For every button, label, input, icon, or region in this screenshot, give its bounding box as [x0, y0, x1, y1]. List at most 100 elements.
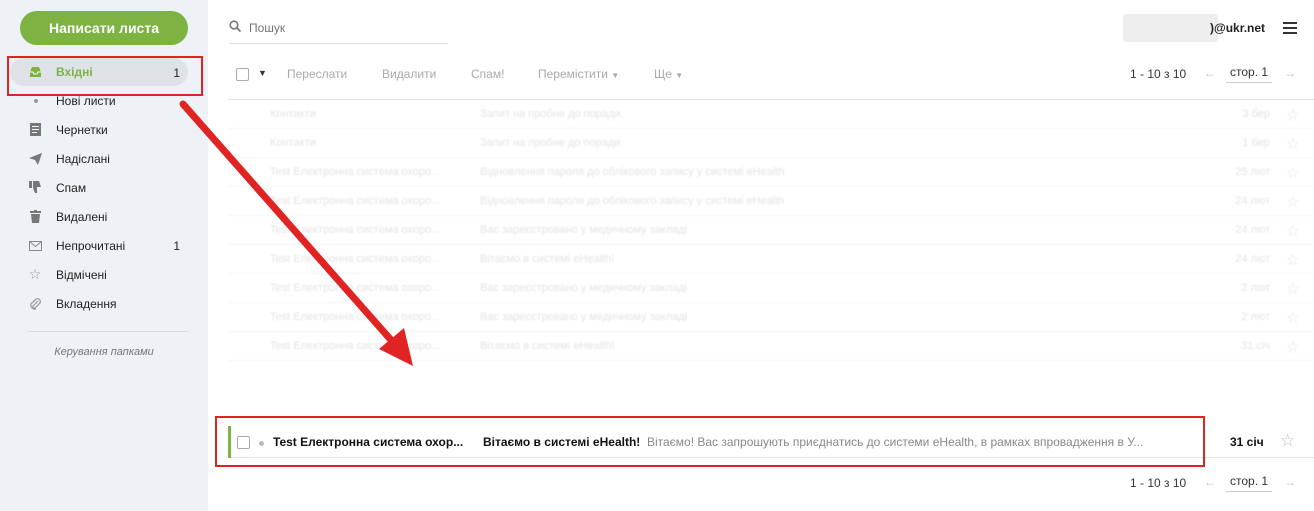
- bottom-range-label: 1 - 10 з 10: [1130, 476, 1187, 490]
- search-box: [229, 12, 448, 44]
- message-row[interactable]: Test Електронна система охоро... Вас заре…: [228, 274, 1314, 303]
- manage-folders-link[interactable]: Керування папками: [0, 346, 208, 358]
- sidebar-item-label: Чернетки: [56, 122, 108, 137]
- message-date: 24 лют: [1235, 195, 1270, 207]
- message-sender: Контакти: [270, 108, 316, 120]
- next-page-icon[interactable]: →: [1284, 475, 1296, 489]
- user-name-redacted: [1123, 14, 1218, 42]
- message-row[interactable]: Контакти Запит на пробне до поради. 3 бер ☆: [228, 100, 1314, 129]
- sidebar-item-sent[interactable]: Надіслані: [0, 144, 208, 173]
- bullet-icon: [34, 98, 38, 103]
- message-date: 1 бер: [1242, 137, 1270, 149]
- message-sender: Test Електронна система охоро...: [270, 282, 441, 294]
- forward-button[interactable]: Переслати: [287, 67, 347, 81]
- message-subject: Відновлення пароля до облікового запису …: [480, 195, 785, 207]
- sidebar-item-trash[interactable]: Видалені: [0, 202, 208, 231]
- message-sender: Test Електронна система охоро...: [270, 340, 441, 352]
- chevron-down-icon: ▼: [611, 71, 620, 80]
- star-icon[interactable]: ☆: [1286, 134, 1300, 154]
- annotation-box-message: [215, 416, 1205, 467]
- select-all-checkbox[interactable]: [236, 68, 249, 81]
- star-icon[interactable]: ☆: [1286, 221, 1300, 241]
- message-sender: Test Електронна система охоро...: [270, 311, 441, 323]
- page-indicator[interactable]: стор. 1: [1226, 65, 1273, 83]
- message-date: 24 лют: [1235, 224, 1270, 236]
- chevron-down-icon: ▼: [675, 71, 684, 80]
- message-row[interactable]: Test Електронна система охоро... Вас заре…: [228, 216, 1314, 245]
- message-subject: Вас зареєстровано у медичному закладі: [480, 311, 688, 323]
- star-icon[interactable]: ☆: [1286, 105, 1300, 125]
- next-page-icon[interactable]: →: [1284, 66, 1296, 80]
- message-sender: Контакти: [270, 137, 316, 149]
- menu-icon[interactable]: [1283, 22, 1297, 37]
- move-label: Перемістити: [538, 67, 608, 81]
- message-sender: Test Електронна система охоро...: [270, 195, 441, 207]
- message-date: 24 лют: [1235, 253, 1270, 265]
- message-subject: Вітаємо в системі eHealth!: [480, 340, 615, 352]
- message-sender: Test Електронна система охоро...: [270, 166, 441, 178]
- search-icon: [229, 20, 243, 35]
- sidebar-item-label: Відмічені: [56, 267, 107, 282]
- star-icon[interactable]: ☆: [1286, 192, 1300, 212]
- star-icon[interactable]: ☆: [1286, 279, 1300, 299]
- trash-icon: [28, 210, 42, 224]
- user-email[interactable]: )@ukr.net: [1210, 21, 1265, 35]
- message-sender: Test Електронна система охоро...: [270, 253, 441, 265]
- star-icon[interactable]: ☆: [1286, 250, 1300, 270]
- move-dropdown[interactable]: Перемістити ▼: [538, 67, 619, 81]
- prev-page-icon[interactable]: ←: [1204, 475, 1216, 489]
- sidebar-item-label: Надіслані: [56, 151, 110, 166]
- compose-button[interactable]: Написати листа: [20, 11, 188, 45]
- message-row[interactable]: Test Електронна система охоро... Відновле…: [228, 187, 1314, 216]
- annotation-box-inbox: [7, 56, 203, 96]
- spam-button[interactable]: Спам!: [471, 67, 504, 81]
- more-label: Ще: [654, 67, 672, 81]
- message-date: 3 бер: [1242, 108, 1270, 120]
- paperclip-icon: [28, 297, 42, 311]
- message-toolbar: ▼ Переслати Видалити Спам! Перемістити ▼…: [228, 60, 1314, 100]
- bottom-page-indicator[interactable]: стор. 1: [1226, 474, 1273, 492]
- message-row[interactable]: Test Електронна система охоро... Вітаємо …: [228, 245, 1314, 274]
- message-row[interactable]: Test Електронна система охоро... Відновле…: [228, 158, 1314, 187]
- sidebar-item-unread[interactable]: Непрочитані 1: [0, 231, 208, 260]
- send-icon: [28, 152, 42, 166]
- star-icon[interactable]: ☆: [1286, 308, 1300, 328]
- chevron-down-icon[interactable]: ▼: [258, 68, 267, 78]
- envelope-icon: [28, 239, 42, 253]
- prev-page-icon[interactable]: ←: [1204, 66, 1216, 80]
- message-subject: Відновлення пароля до облікового запису …: [480, 166, 785, 178]
- delete-button[interactable]: Видалити: [382, 67, 436, 81]
- sidebar-item-drafts[interactable]: Чернетки: [0, 115, 208, 144]
- star-icon: ☆: [28, 266, 42, 282]
- message-date: 31 січ: [1241, 340, 1270, 352]
- sidebar-item-spam[interactable]: Спам: [0, 173, 208, 202]
- sidebar-item-label: Видалені: [56, 209, 108, 224]
- message-list: Контакти Запит на пробне до поради. 3 бер ☆…: [228, 100, 1314, 361]
- message-subject: Вас зареєстровано у медичному закладі: [480, 224, 688, 236]
- thumbs-down-icon: [28, 181, 42, 195]
- folder-nav: Вхідні 1 Нові листи Чернетки Надіслані С…: [0, 58, 208, 318]
- search-input[interactable]: [249, 20, 439, 35]
- message-subject: Вас зареєстровано у медичному закладі: [480, 282, 688, 294]
- message-date: 31 січ: [1230, 435, 1264, 449]
- more-dropdown[interactable]: Ще ▼: [654, 67, 683, 81]
- message-date: 2 лют: [1241, 311, 1270, 323]
- message-subject: Запит на пробне до поради.: [480, 108, 624, 120]
- message-sender: Test Електронна система охоро...: [270, 224, 441, 236]
- message-subject: Запит на пробне до поради.: [480, 137, 624, 149]
- star-icon[interactable]: ☆: [1286, 163, 1300, 183]
- star-icon[interactable]: ☆: [1286, 337, 1300, 357]
- message-row[interactable]: Test Електронна система охоро... Вітаємо …: [228, 332, 1314, 361]
- sidebar-item-starred[interactable]: ☆ Відмічені: [0, 260, 208, 289]
- sidebar-item-label: Непрочитані: [56, 238, 126, 253]
- message-date: 2 лют: [1241, 282, 1270, 294]
- sidebar-item-attachments[interactable]: Вкладення: [0, 289, 208, 318]
- message-row[interactable]: Контакти Запит на пробне до поради. 1 бер ☆: [228, 129, 1314, 158]
- star-icon[interactable]: ☆: [1280, 431, 1295, 451]
- unread-count: 1: [173, 239, 180, 253]
- draft-icon: [28, 123, 42, 137]
- sidebar-item-label: Вкладення: [56, 296, 117, 311]
- message-subject: Вітаємо в системі eHealth!: [480, 253, 615, 265]
- sidebar-item-label: Спам: [56, 180, 87, 195]
- message-row[interactable]: Test Електронна система охоро... Вас заре…: [228, 303, 1314, 332]
